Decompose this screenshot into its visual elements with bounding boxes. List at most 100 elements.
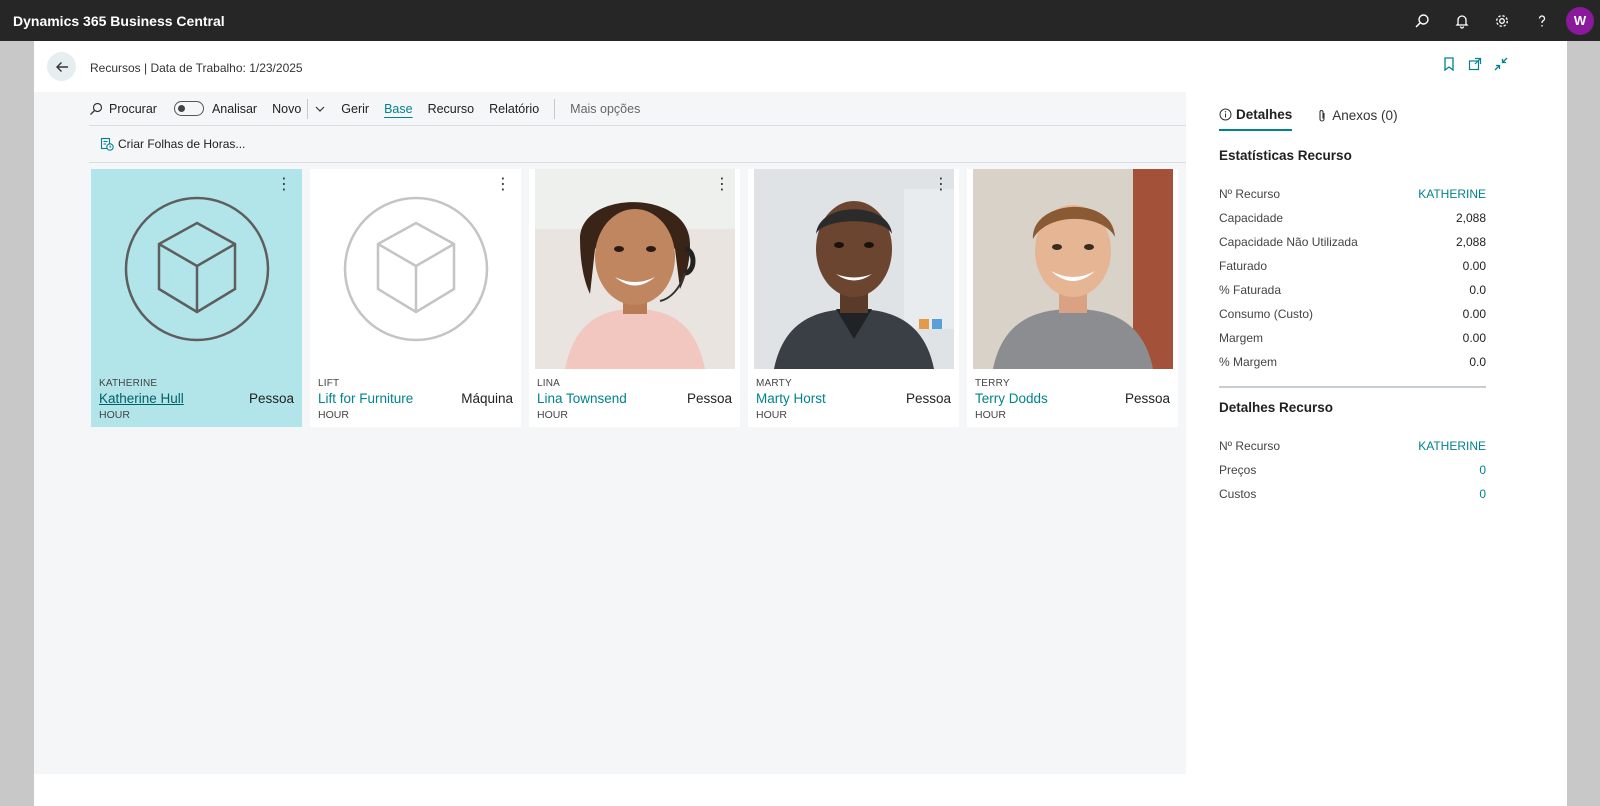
analyze-toggle[interactable]: Analisar [172,92,257,125]
detail-value-link[interactable]: KATHERINE [1418,439,1486,453]
bell-icon[interactable] [1442,0,1482,41]
resource-type: Pessoa [905,391,951,406]
search-action[interactable]: Procurar [89,92,157,125]
resource-tile[interactable]: ⋮ LINA Lina Townsend Pessoa HOUR [529,169,740,427]
resource-unit: HOUR [975,409,1006,421]
stat-label: % Faturada [1219,283,1282,297]
back-button[interactable] [47,52,76,81]
resource-type: Pessoa [686,391,732,406]
gear-icon[interactable] [1482,0,1522,41]
resource-tile[interactable]: TERRY Terry Dodds Pessoa HOUR [967,169,1178,427]
tab-attachments[interactable]: Anexos (0) [1316,107,1398,131]
resource-code: TERRY [975,378,1010,389]
stat-label: Margem [1219,331,1264,345]
more-options-icon[interactable]: ⋮ [276,177,292,193]
person-photo [534,169,735,369]
collapse-icon[interactable] [1493,56,1509,72]
factbox-pane: Detalhes Anexos (0) Estatísticas Recurso… [1186,92,1511,774]
more-options-label: Mais opções [570,101,641,116]
page-sheet: Recursos | Data de Trabalho: 1/23/2025 P… [34,41,1567,806]
stat-label: Capacidade Não Utilizada [1219,235,1358,249]
chevron-down-icon [315,106,325,112]
stat-row: % Margem 0.0 [1219,355,1486,369]
stat-value: 0.00 [1462,307,1486,321]
resource-tile[interactable]: ⋮ KATHERINE Katherine Hull Pessoa HOUR [91,169,302,427]
box-icon [343,196,488,342]
report-action[interactable]: Relatório [489,92,539,125]
new-action-label: Novo [272,101,302,116]
tab-details-label: Detalhes [1236,107,1293,122]
info-icon [1219,108,1232,121]
report-label: Relatório [489,101,540,116]
more-options-icon[interactable]: ⋮ [714,177,730,193]
detail-value-link[interactable]: 0 [1479,463,1486,477]
box-icon [124,196,269,342]
resource-unit: HOUR [756,409,787,421]
create-timesheets-button[interactable]: Criar Folhas de Horas... [118,137,245,151]
resource-unit: HOUR [99,409,130,421]
manage-action[interactable]: Gerir [341,92,369,125]
stat-value: 0.0 [1469,355,1486,369]
detail-row: Preços 0 [1219,463,1486,477]
new-action[interactable]: Novo [272,92,301,125]
resource-code: MARTY [756,378,792,389]
detail-value-link[interactable]: 0 [1479,487,1486,501]
top-bar: Dynamics 365 Business Central W [0,0,1600,41]
resource-name[interactable]: Lift for Furniture [318,391,413,406]
stat-row: Faturado 0.00 [1219,259,1486,273]
toggle-switch[interactable] [173,101,204,116]
search-icon[interactable] [1402,0,1442,41]
manage-label: Gerir [341,101,370,116]
resource-photo [967,169,1178,369]
resource-type: Máquina [461,391,513,406]
stat-row: Capacidade 2,088 [1219,211,1486,225]
more-options-action[interactable]: Mais opções [570,92,640,125]
user-avatar[interactable]: W [1566,6,1594,35]
bookmark-icon[interactable] [1441,56,1457,72]
resource-tile[interactable]: ⋮ LIFT Lift for Furniture Máquina HOUR [310,169,521,427]
base-label: Base [384,101,413,116]
divider [307,98,309,119]
stats-section-title: Estatísticas Recurso [1219,148,1352,163]
detail-label: Preços [1219,463,1257,477]
search-icon [90,102,103,115]
paperclip-icon [1319,109,1325,122]
help-icon[interactable] [1522,0,1562,41]
stat-label: Consumo (Custo) [1219,307,1314,321]
tab-details[interactable]: Detalhes [1219,107,1293,131]
resource-photo [748,169,959,369]
divider [1219,386,1486,388]
open-new-window-icon[interactable] [1467,56,1483,72]
detail-label: Nº Recurso [1219,439,1281,453]
details-section-title: Detalhes Recurso [1219,400,1334,415]
stat-row: % Faturada 0.0 [1219,283,1486,297]
breadcrumb: Recursos | Data de Trabalho: 1/23/2025 [90,61,303,75]
stat-row: Consumo (Custo) 0.00 [1219,307,1486,321]
resource-name[interactable]: Katherine Hull [99,391,184,406]
stat-value: 0.0 [1469,283,1486,297]
content-area: Procurar Analisar Novo Gerir Base Recurs… [34,92,1511,774]
app-title[interactable]: Dynamics 365 Business Central [13,13,225,29]
resource-tile[interactable]: ⋮ MARTY Marty Horst Pessoa HOUR [748,169,959,427]
stat-label: Faturado [1219,259,1268,273]
stat-row: Capacidade Não Utilizada 2,088 [1219,235,1486,249]
person-photo [753,169,954,369]
stat-value: 2,088 [1455,211,1486,225]
more-options-icon[interactable]: ⋮ [933,177,949,193]
resource-action[interactable]: Recurso [428,92,475,125]
detail-row: Custos 0 [1219,487,1486,501]
tab-base[interactable]: Base [384,92,413,125]
tab-attachments-label: Anexos (0) [1332,108,1398,123]
resource-name[interactable]: Terry Dodds [975,391,1048,406]
new-dropdown-button[interactable] [314,92,326,125]
search-action-label: Procurar [109,101,157,116]
divider [554,98,556,119]
stat-value-link[interactable]: KATHERINE [1418,187,1486,201]
resource-name[interactable]: Marty Horst [756,391,826,406]
detail-label: Custos [1219,487,1257,501]
stat-value: 2,088 [1455,235,1486,249]
stat-value: 0.00 [1462,259,1486,273]
more-options-icon[interactable]: ⋮ [495,177,511,193]
resource-name[interactable]: Lina Townsend [537,391,627,406]
resource-label: Recurso [427,101,475,116]
